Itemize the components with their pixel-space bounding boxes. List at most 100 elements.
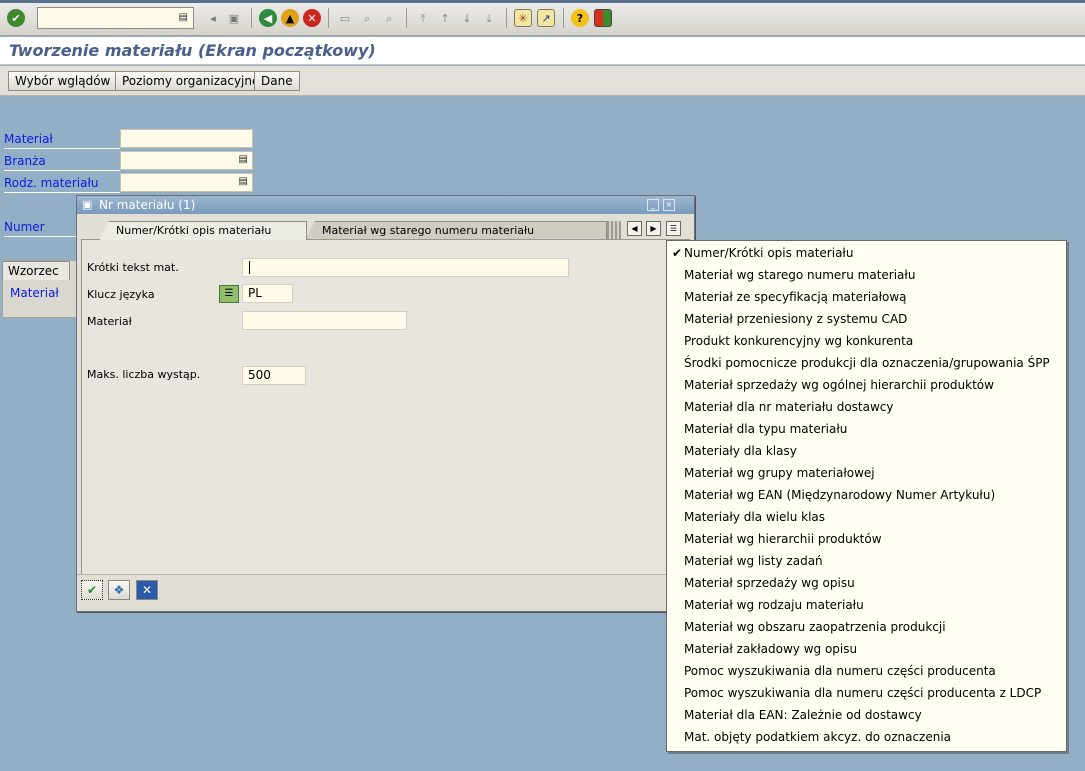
language-select-icon[interactable]: ☰ xyxy=(219,285,239,303)
tab-old-material-number[interactable]: Materiał wg starego numeru materiału xyxy=(305,221,607,240)
dropdown-item[interactable]: Materiał wg listy zadań xyxy=(667,550,1066,572)
previous-page-icon[interactable]: ↑ xyxy=(436,9,454,27)
value-help-icon[interactable]: ▤ xyxy=(239,176,248,187)
find-icon[interactable]: ⌕ xyxy=(358,9,376,27)
material-input[interactable] xyxy=(242,311,407,330)
material-type-input[interactable]: ▤ xyxy=(120,173,253,192)
max-hits-input[interactable]: 500 xyxy=(242,366,306,385)
dialog-icon: ▣ xyxy=(82,198,93,211)
close-icon[interactable]: × xyxy=(663,199,675,211)
application-toolbar: Wybór wglądów Poziomy organizacyjne Dane xyxy=(0,66,1085,96)
dropdown-item[interactable]: Materiał sprzedaży wg opisu xyxy=(667,572,1066,594)
dropdown-item[interactable]: Materiał wg starego numeru materiału xyxy=(667,264,1066,286)
dropdown-item[interactable]: Materiał zakładowy wg opisu xyxy=(667,638,1066,660)
short-text-label: Krótki tekst mat. xyxy=(87,261,179,274)
language-key-input[interactable]: PL xyxy=(242,284,293,303)
dropdown-item[interactable]: Materiał sprzedaży wg ogólnej hierarchii… xyxy=(667,374,1066,396)
tab-overflow-edge xyxy=(607,221,621,240)
template-material-label: Materiał xyxy=(10,286,59,300)
exit-icon[interactable]: ▲ xyxy=(281,9,299,27)
dropdown-item-label: Materiał wg starego numeru materiału xyxy=(684,268,916,282)
dialog-tab-content xyxy=(81,239,690,575)
select-views-button[interactable]: Wybór wglądów xyxy=(8,71,118,91)
tab-list-icon[interactable]: ☰ xyxy=(666,221,681,236)
dropdown-item-label: Materiał wg EAN (Międzynarodowy Numer Ar… xyxy=(684,488,996,502)
change-number-label: Numer zmiany xyxy=(4,218,78,237)
last-page-icon[interactable]: ⤓ xyxy=(480,9,498,27)
new-session-icon[interactable]: ✳ xyxy=(514,9,532,27)
tab-scroll-right-icon[interactable]: ▶ xyxy=(646,221,661,236)
industry-label: Branża xyxy=(4,152,120,171)
dropdown-item-label: Materiał przeniesiony z systemu CAD xyxy=(684,312,908,326)
save-icon[interactable]: ▣ xyxy=(225,9,243,27)
dropdown-item[interactable]: Materiały dla wielu klas xyxy=(667,506,1066,528)
enter-icon[interactable]: ✔ xyxy=(7,9,25,27)
dropdown-item[interactable]: Środki pomocnicze produkcji dla oznaczen… xyxy=(667,352,1066,374)
dropdown-item[interactable]: Materiał dla nr materiału dostawcy xyxy=(667,396,1066,418)
language-key-label: Klucz języka xyxy=(87,288,155,301)
data-button[interactable]: Dane xyxy=(254,71,300,91)
dropdown-item-label: Pomoc wyszukiwania dla numeru części pro… xyxy=(684,664,996,678)
material-label: Materiał xyxy=(87,315,132,328)
dropdown-item[interactable]: Materiał ze specyfikacją materiałową xyxy=(667,286,1066,308)
dropdown-item-label: Środki pomocnicze produkcji dla oznaczen… xyxy=(684,356,1050,370)
system-toolbar: ✔ ▤ ◂ ▣ ◀ ▲ ✕ ▭ ⌕ ⌕ ⤒ ↑ ↓ ⤓ ✳ ↗ ? xyxy=(0,0,1085,36)
dropdown-item[interactable]: ✔ Numer/Krótki opis materiału xyxy=(667,242,1066,264)
back-arrow-icon[interactable]: ◂ xyxy=(204,9,222,27)
dropdown-item[interactable]: Mat. objęty podatkiem akcyz. do oznaczen… xyxy=(667,726,1066,748)
first-page-icon[interactable]: ⤒ xyxy=(414,9,432,27)
material-type-label: Rodz. materiału xyxy=(4,174,120,193)
find-next-icon[interactable]: ⌕ xyxy=(380,9,398,27)
cancel-icon[interactable]: ✕ xyxy=(303,9,321,27)
org-levels-button[interactable]: Poziomy organizacyjne xyxy=(115,71,267,91)
dropdown-item-label: Materiał wg grupy materiałowej xyxy=(684,466,875,480)
dropdown-item-label: Numer/Krótki opis materiału xyxy=(684,246,854,260)
tab-scroll-left-icon[interactable]: ◀ xyxy=(627,221,642,236)
back-icon[interactable]: ◀ xyxy=(259,9,277,27)
separator xyxy=(563,8,564,28)
confirm-icon[interactable]: ✔ xyxy=(81,580,103,600)
separator xyxy=(328,8,329,28)
cancel-icon[interactable]: ✕ xyxy=(136,580,158,600)
shortcut-icon[interactable]: ↗ xyxy=(537,9,555,27)
checkmark-icon: ✔ xyxy=(672,246,683,260)
material-input[interactable] xyxy=(120,129,253,148)
dropdown-item[interactable]: Materiały dla klasy xyxy=(667,440,1066,462)
value-help-icon[interactable]: ▤ xyxy=(239,154,248,165)
separator xyxy=(251,8,252,28)
dropdown-item[interactable]: Pomoc wyszukiwania dla numeru części pro… xyxy=(667,660,1066,682)
minimize-icon[interactable]: _ xyxy=(647,199,659,211)
dialog-title: Nr materiału (1) xyxy=(99,198,196,212)
dropdown-item[interactable]: Materiał przeniesiony z systemu CAD xyxy=(667,308,1066,330)
dropdown-item-label: Materiał wg rodzaju materiału xyxy=(684,598,864,612)
dropdown-item[interactable]: Produkt konkurencyjny wg konkurenta xyxy=(667,330,1066,352)
tab-number-short-desc[interactable]: Numer/Krótki opis materiału xyxy=(99,221,307,240)
dropdown-item[interactable]: Materiał dla EAN: Zależnie od dostawcy xyxy=(667,704,1066,726)
dropdown-item[interactable]: Materiał wg grupy materiałowej xyxy=(667,462,1066,484)
command-field[interactable]: ▤ xyxy=(37,7,194,29)
print-icon[interactable]: ▭ xyxy=(336,9,354,27)
max-hits-label: Maks. liczba wystąp. xyxy=(87,368,201,381)
help-icon[interactable]: ? xyxy=(571,9,589,27)
tab-template[interactable]: Wzorzec xyxy=(2,261,70,280)
dropdown-item-label: Materiał sprzedaży wg ogólnej hierarchii… xyxy=(684,378,994,392)
page-title: Tworzenie materiału (Ekran początkowy) xyxy=(9,41,376,60)
dropdown-item-label: Materiał zakładowy wg opisu xyxy=(684,642,858,656)
dropdown-item[interactable]: Materiał dla typu materiału xyxy=(667,418,1066,440)
industry-input[interactable]: ▤ xyxy=(120,151,253,170)
dropdown-item[interactable]: Materiał wg rodzaju materiału xyxy=(667,594,1066,616)
dropdown-item-label: Materiał ze specyfikacją materiałową xyxy=(684,290,907,304)
dropdown-item[interactable]: Materiał wg obszaru zaopatrzenia produkc… xyxy=(667,616,1066,638)
next-page-icon[interactable]: ↓ xyxy=(458,9,476,27)
dropdown-item-label: Materiał dla typu materiału xyxy=(684,422,848,436)
dropdown-item[interactable]: Materiał wg hierarchii produktów xyxy=(667,528,1066,550)
dropdown-item-label: Materiał dla EAN: Zależnie od dostawcy xyxy=(684,708,922,722)
layout-menu-icon[interactable] xyxy=(594,9,612,27)
search-options-icon[interactable]: ❖ xyxy=(108,580,130,600)
dialog-footer: ✔ ❖ ✕ xyxy=(77,574,694,611)
material-search-dialog: ▣ Nr materiału (1) _ × Numer/Krótki opis… xyxy=(76,195,695,612)
title-bar: Tworzenie materiału (Ekran początkowy) xyxy=(0,37,1085,65)
dropdown-item[interactable]: Materiał wg EAN (Międzynarodowy Numer Ar… xyxy=(667,484,1066,506)
short-text-input[interactable] xyxy=(242,258,569,277)
dropdown-item[interactable]: Pomoc wyszukiwania dla numeru części pro… xyxy=(667,682,1066,704)
